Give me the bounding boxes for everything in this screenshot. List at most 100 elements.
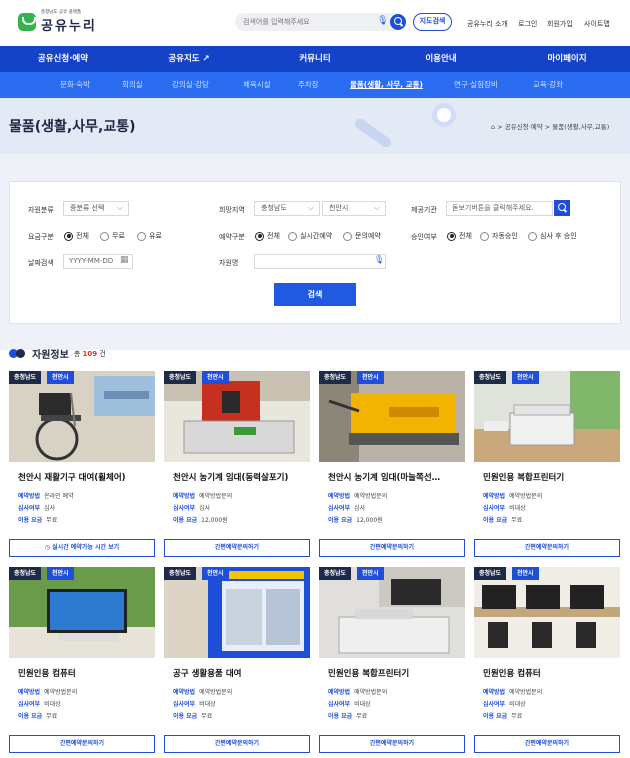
calendar-icon[interactable]: ▦ — [120, 255, 129, 265]
provider-search-icon[interactable] — [554, 200, 570, 216]
resource-name[interactable]: 민원인용 복합프린터기 — [474, 471, 620, 483]
reserve-radio-realtime[interactable]: 실시간예약 — [288, 231, 332, 241]
resource-select[interactable]: 중분류 선택 — [63, 201, 129, 216]
resource-image[interactable]: 충청남도 천안시 — [319, 371, 465, 462]
resource-card[interactable]: 충청남도 천안시 민원인용 컴퓨터 예약방법 예약방법문의 심사여부 비대상 이용 요금 무료 간… — [474, 567, 620, 754]
resource-card[interactable]: 충청남도 천안시 민원인용 복합프린터기 예약방법 예약방법문의 심사여부 비대상 이용 요금… — [319, 567, 465, 754]
radio-icon — [480, 231, 489, 241]
home-icon[interactable]: ⌂ — [491, 123, 495, 131]
provider-input[interactable]: 돋보기버튼을 클릭해주세요. — [446, 201, 553, 216]
resource-image[interactable]: 충청남도 천안시 — [9, 567, 155, 658]
nav-item-guide[interactable]: 이용안내 — [378, 46, 504, 72]
mic-icon[interactable]: 🎙 — [374, 255, 384, 264]
meta-fee: 이용 요금 무료 — [173, 713, 213, 720]
resource-name[interactable]: 공구 생활용품 대여 — [164, 667, 310, 679]
region-tag: 충청남도 — [9, 567, 42, 580]
region-tag: 충청남도 — [474, 567, 507, 580]
resource-name-input[interactable] — [254, 254, 386, 269]
region-tag: 충청남도 — [9, 371, 42, 384]
resource-name[interactable]: 천안시 농기계 임대(동력살포기) — [164, 471, 310, 483]
radio-label: 실시간예약 — [300, 232, 333, 240]
resource-name[interactable]: 천안시 농기계 임대(마늘쪽선… — [319, 471, 465, 483]
util-link-about[interactable]: 공유누리 소개 — [467, 19, 508, 29]
nav-item-apply[interactable]: 공유신청·예약 — [0, 46, 126, 72]
subnav-meeting-room[interactable]: 회의실 — [122, 72, 143, 98]
util-link-join[interactable]: 회원가입 — [547, 19, 573, 29]
fee-radio-free[interactable]: 무료 — [100, 231, 125, 241]
approve-radio-all[interactable]: 전체 — [447, 231, 472, 241]
meta-review: 심사여부 심사 — [18, 505, 56, 512]
page-banner: 물품(생활,사무,교통) ⌂ > 공유신청·예약 > 물품(생활,사무,교통) — [0, 98, 630, 154]
reserve-radio-inquiry[interactable]: 문의예약 — [343, 231, 381, 241]
resource-image[interactable]: 충청남도 천안시 — [474, 371, 620, 462]
meta-review: 심사여부 비대상 — [483, 505, 526, 512]
reserve-button[interactable]: 간편예약문의하기 — [319, 539, 465, 557]
meta-review: 심사여부 비대상 — [18, 701, 61, 708]
main-nav: 공유신청·예약 공유지도 ↗ 커뮤니티 이용안내 마이페이지 — [0, 46, 630, 72]
util-link-login[interactable]: 로그인 — [518, 19, 537, 29]
region-tag: 충청남도 — [474, 371, 507, 384]
reserve-button[interactable]: 간편예약문의하기 — [164, 539, 310, 557]
resource-card[interactable]: 충청남도 천안시 민원인용 컴퓨터 예약방법 예약방법문의 심사여부 비대상 이용 요금 무료 간… — [9, 567, 155, 754]
mic-icon[interactable]: 🎙 — [377, 16, 388, 28]
subnav-culture[interactable]: 문화·숙박 — [60, 72, 90, 98]
map-search-button[interactable]: 지도검색 — [413, 13, 452, 31]
subnav-education[interactable]: 교육·강좌 — [533, 72, 563, 98]
reserve-button[interactable]: 간편예약문의하기 — [164, 735, 310, 753]
logo-text: 충청남도 공유 플랫폼 공유누리 — [41, 9, 97, 34]
nav-item-community[interactable]: 커뮤니티 — [252, 46, 378, 72]
filter-label-resource: 자원분류 — [28, 206, 54, 214]
region-select-province[interactable]: 충청남도 — [254, 201, 320, 216]
reserve-radio-all[interactable]: 전체 — [255, 231, 280, 241]
resource-image[interactable]: 충청남도 천안시 — [474, 567, 620, 658]
resource-card[interactable]: 충청남도 천안시민원인용 복합프린터기예약방법 예약방법문의심사여부 비대상이용 요금… — [474, 371, 620, 558]
region-tag: 충청남도 — [164, 371, 197, 384]
search-button[interactable]: 검색 — [274, 283, 356, 306]
resource-image[interactable]: 충청남도 천안시 — [9, 371, 155, 462]
meta-fee: 이용 요금 무료 — [328, 713, 368, 720]
nav-item-mypage[interactable]: 마이페이지 — [504, 46, 630, 72]
breadcrumb-path[interactable]: > 공유신청·예약 > 물품(생활,사무,교통) — [497, 123, 609, 131]
site-logo[interactable]: 충청남도 공유 플랫폼 공유누리 — [18, 9, 97, 34]
resource-image[interactable]: 충청남도 천안시 — [164, 567, 310, 658]
decoration-pin — [432, 103, 456, 127]
resource-card[interactable]: 충청남도 천안시 천안시 농기계 임대(동력살포기) 예약방법 예약방법문의 심사여부 심사… — [164, 371, 310, 558]
resource-name[interactable]: 민원인용 컴퓨터 — [474, 667, 620, 679]
subnav-lecture-room[interactable]: 강의실·강당 — [172, 72, 209, 98]
approve-radio-auto[interactable]: 자동승인 — [480, 231, 518, 241]
meta-fee: 이용 요금 무료 — [483, 517, 523, 524]
resource-image[interactable]: 충청남도 천안시 — [164, 371, 310, 462]
radio-label: 문의예약 — [355, 232, 381, 240]
resource-name[interactable]: 천안시 재활기구 대여(휠체어) — [9, 471, 155, 483]
search-input[interactable] — [243, 16, 373, 28]
meta-reserve: 예약방법 예약방법문의 — [483, 493, 543, 500]
fee-radio-paid[interactable]: 유료 — [137, 231, 162, 241]
reserve-button[interactable]: ◷ 실시간 예약가능 시간 보기 — [9, 539, 155, 557]
meta-review: 심사여부 비대상 — [173, 701, 216, 708]
region-select-city[interactable]: 천안시 — [322, 201, 386, 216]
resource-card[interactable]: 충청남도 천안시 천안시 농기계 임대(마늘쪽선… 예약방법 예약방법문의 심사여부 심사 이… — [319, 371, 465, 558]
reserve-button-label: 간편예약문의하기 — [369, 544, 415, 551]
reserve-button[interactable]: 간편예약문의하기 — [474, 539, 620, 557]
radio-label: 무료 — [112, 232, 125, 240]
approve-radio-review[interactable]: 심사 후 승인 — [528, 231, 577, 241]
subnav-research[interactable]: 연구·실험장비 — [454, 72, 498, 98]
fee-radio-all[interactable]: 전체 — [64, 231, 89, 241]
nav-item-map[interactable]: 공유지도 ↗ — [126, 46, 252, 72]
reserve-button[interactable]: 간편예약문의하기 — [319, 735, 465, 753]
search-icon[interactable] — [390, 14, 406, 30]
resource-card[interactable]: 충청남도 천안시 천안시 재활기구 대여(휠체어) 예약방법 온라인 예약 심사여부 심사 이… — [9, 371, 155, 558]
city-tag: 천안시 — [202, 567, 229, 580]
results-title: 자원정보 — [32, 350, 69, 361]
reserve-button[interactable]: 간편예약문의하기 — [9, 735, 155, 753]
radio-icon — [343, 231, 352, 241]
resource-name[interactable]: 민원인용 복합프린터기 — [319, 667, 465, 679]
subnav-parking[interactable]: 주차장 — [298, 72, 319, 98]
subnav-goods[interactable]: 물품(생활, 사무, 교통) — [350, 72, 423, 98]
subnav-sports[interactable]: 체육시설 — [243, 72, 271, 98]
reserve-button[interactable]: 간편예약문의하기 — [474, 735, 620, 753]
util-link-sitemap[interactable]: 사이트맵 — [584, 19, 610, 29]
resource-image[interactable]: 충청남도 천안시 — [319, 567, 465, 658]
resource-name[interactable]: 민원인용 컴퓨터 — [9, 667, 155, 679]
resource-card[interactable]: 충청남도 천안시 공구 생활용품 대여 예약방법 예약방법문의 심사여부 비대상 이용 요금 무… — [164, 567, 310, 754]
